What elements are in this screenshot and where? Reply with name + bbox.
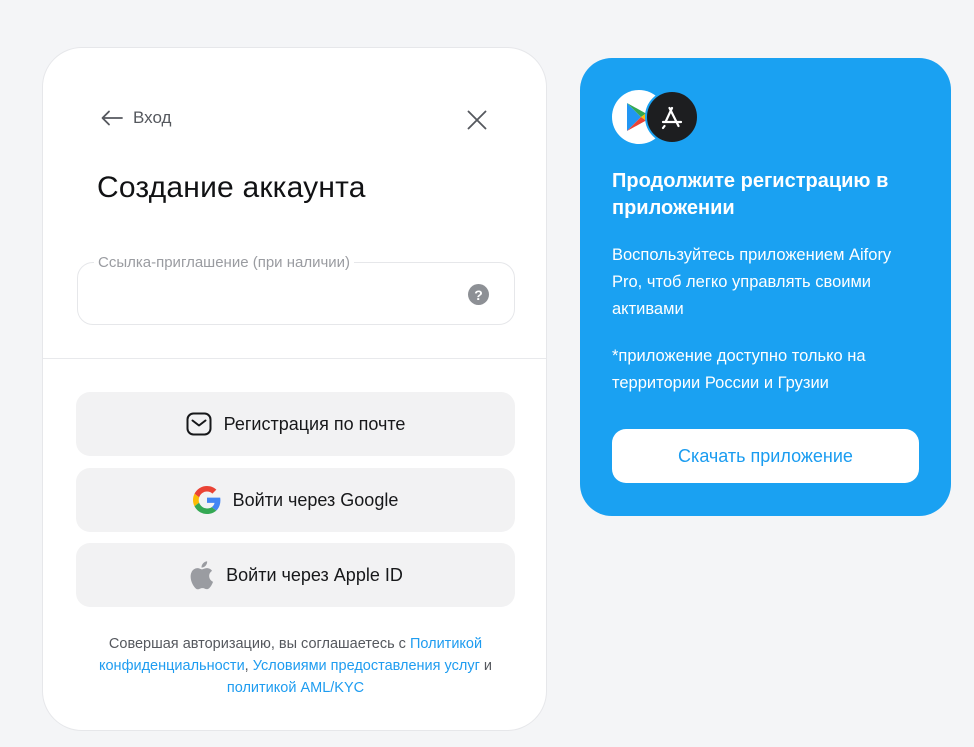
store-icons [612, 90, 702, 144]
register-email-button[interactable]: Регистрация по почте [76, 392, 515, 456]
close-button[interactable] [463, 106, 491, 134]
aml-kyc-policy-link[interactable]: политикой AML/KYC [227, 680, 364, 696]
invite-link-input[interactable] [96, 281, 456, 309]
legal-prefix: Совершая авторизацию, вы соглашаетесь с [108, 636, 410, 652]
app-store-icon [645, 90, 699, 144]
divider [43, 358, 546, 359]
back-link-label: Вход [133, 108, 172, 127]
download-app-button[interactable]: Скачать приложение [612, 429, 919, 483]
apple-login-label: Войти через Apple ID [226, 564, 403, 585]
mail-icon [186, 412, 212, 436]
register-email-label: Регистрация по почте [223, 413, 406, 434]
google-login-button[interactable]: Войти через Google [76, 468, 515, 532]
apple-login-button[interactable]: Войти через Apple ID [76, 543, 515, 607]
invite-link-label: Ссылка-приглашение (при наличии) [94, 254, 355, 271]
terms-of-service-link[interactable]: Условиями предоставления услуг [253, 658, 480, 674]
back-to-login-link[interactable]: Вход [101, 108, 171, 128]
close-icon [467, 110, 487, 130]
legal-separator: , [244, 658, 253, 674]
legal-and: и [479, 658, 493, 674]
apple-icon [190, 561, 214, 590]
invite-link-field: Ссылка-приглашение (при наличии) ? [77, 254, 515, 325]
promo-description: Воспользуйтесь приложением Aifory Pro, ч… [612, 246, 892, 318]
arrow-left-icon [101, 110, 123, 126]
legal-notice: Совершая авторизацию, вы соглашаетесь с … [73, 633, 518, 699]
promo-title: Продолжите регистрацию в приложении [612, 170, 889, 219]
registration-card: Вход Создание аккаунта Ссылка-приглашени… [42, 47, 547, 731]
page-title: Создание аккаунта [97, 171, 366, 204]
app-promo-card: Продолжите регистрацию в приложении Восп… [580, 58, 951, 516]
promo-availability-note: *приложение доступно только на территори… [612, 347, 866, 392]
google-login-label: Войти через Google [232, 489, 399, 510]
google-icon [192, 486, 221, 514]
question-icon[interactable]: ? [468, 284, 489, 305]
